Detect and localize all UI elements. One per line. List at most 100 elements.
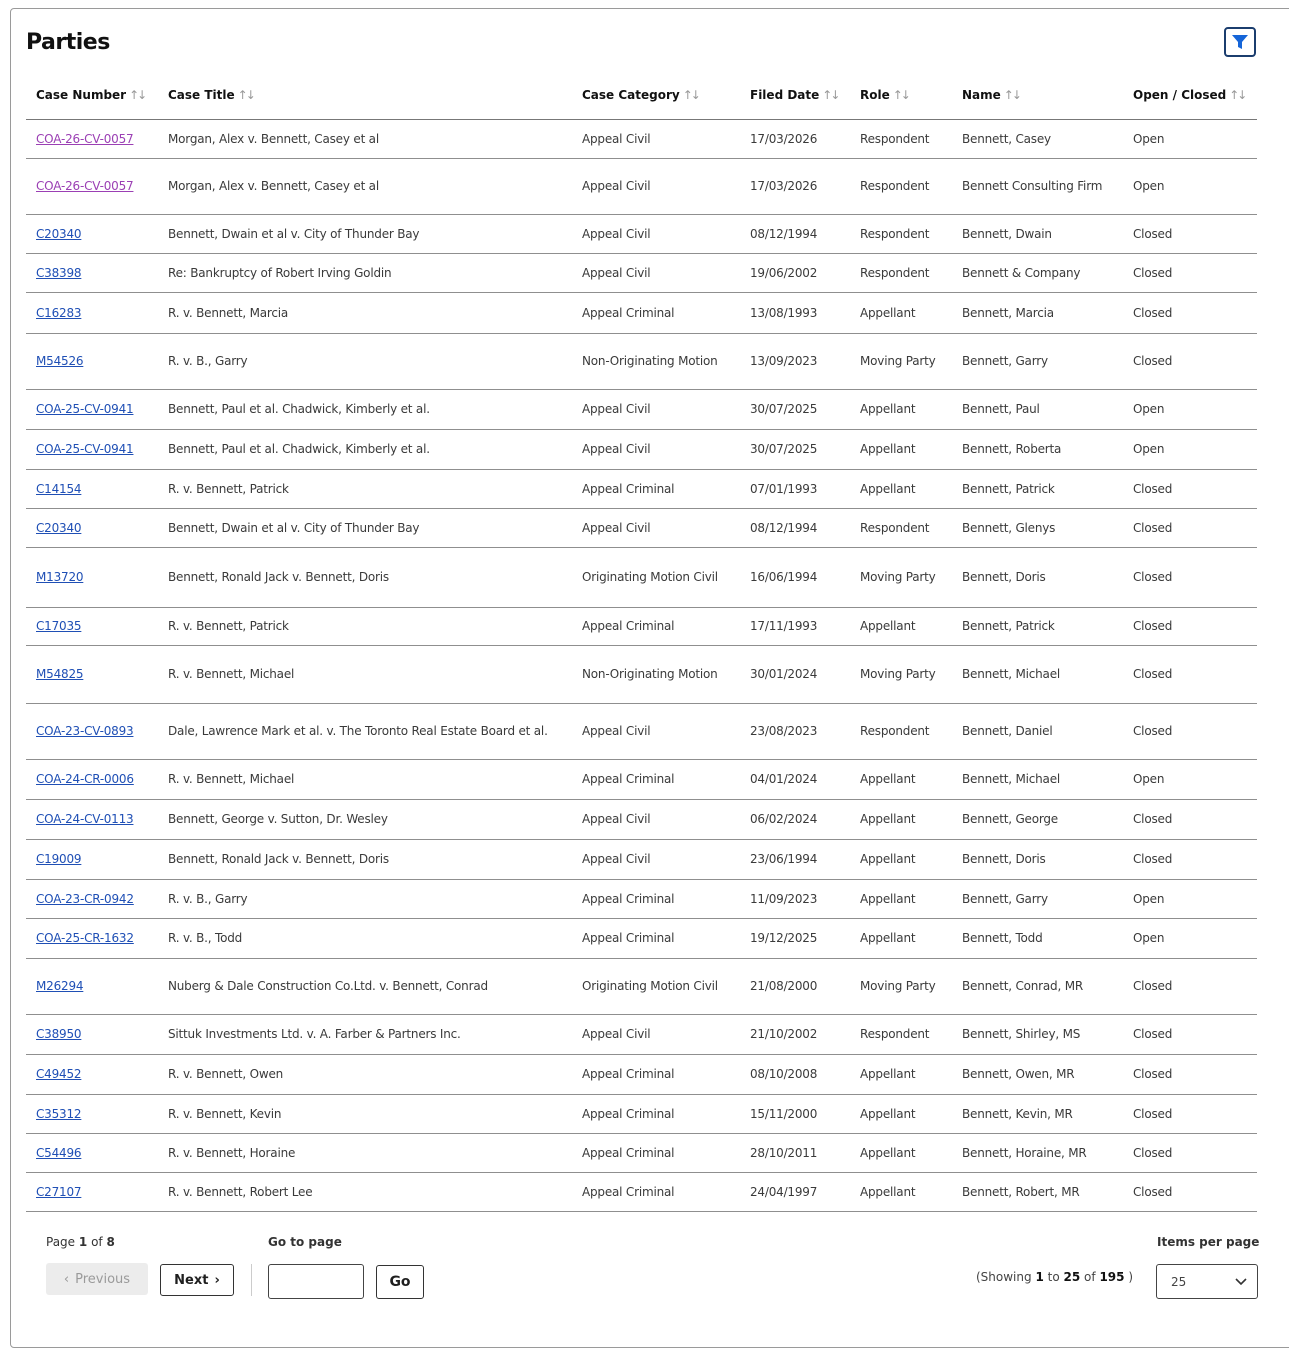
case-number-link[interactable]: M26294 [36,979,84,993]
case-number-link[interactable]: M13720 [36,570,84,584]
case-number-cell: C27107 [26,1172,158,1212]
filter-button[interactable] [1224,27,1256,57]
filed-date-cell: 13/09/2023 [740,333,850,390]
party-name-cell: Bennett, Paul [952,389,1123,430]
table-row: COA-25-CR-1632 R. v. B., Todd Appeal Crimi… [26,918,1257,959]
column-header[interactable]: Role ↑↓ [850,70,952,120]
case-number-link[interactable]: COA-25-CV-0941 [36,442,134,456]
case-number-link[interactable]: M54825 [36,667,84,681]
showing-suffix: ) [1128,1270,1134,1284]
case-number-link[interactable]: C35312 [36,1107,82,1121]
sort-up-down-icon[interactable]: ↑↓ [1004,88,1022,102]
sort-up-down-icon[interactable]: ↑↓ [893,88,911,102]
column-header[interactable]: Case Category ↑↓ [572,70,740,120]
party-name-cell: Bennett, Doris [952,547,1123,608]
case-number-link[interactable]: C49452 [36,1067,82,1081]
sort-up-down-icon[interactable]: ↑↓ [683,88,701,102]
filed-date-cell: 30/07/2025 [740,429,850,470]
column-header[interactable]: Case Number ↑↓ [26,70,158,120]
table-row: COA-24-CV-0113 Bennett, George v. Sutton,… [26,799,1257,840]
case-title-cell: Bennett, Dwain et al v. City of Thunder … [158,508,572,548]
case-number-link[interactable]: COA-24-CR-0006 [36,772,134,786]
role-cell: Respondent [850,214,952,254]
status-cell: Open [1123,158,1257,215]
status-cell: Closed [1123,547,1257,608]
next-button[interactable]: Next › [160,1264,234,1296]
showing-to-word: to [1047,1270,1060,1284]
sort-up-down-icon[interactable]: ↑↓ [822,88,840,102]
column-header[interactable]: Filed Date ↑↓ [740,70,850,120]
case-number-link[interactable]: COA-25-CR-1632 [36,931,134,945]
case-number-link[interactable]: C20340 [36,227,82,241]
case-title-cell: Bennett, Ronald Jack v. Bennett, Doris [158,839,572,880]
case-number-cell: COA-25-CV-0941 [26,389,158,430]
filed-date-cell: 11/09/2023 [740,879,850,919]
status-cell: Closed [1123,469,1257,509]
sort-up-down-icon[interactable]: ↑↓ [1229,88,1247,102]
filed-date-cell: 06/02/2024 [740,799,850,840]
page-number-input[interactable] [268,1264,364,1299]
column-header[interactable]: Case Title ↑↓ [158,70,572,120]
case-category-cell: Appeal Criminal [572,292,740,334]
role-cell: Respondent [850,703,952,760]
case-number-cell: M54526 [26,333,158,390]
filed-date-cell: 08/10/2008 [740,1054,850,1095]
filed-date-cell: 23/06/1994 [740,839,850,880]
table-header-row: Case Number ↑↓ Case Title ↑↓ Case Category ↑↓… [26,70,1257,120]
case-number-link[interactable]: COA-24-CV-0113 [36,812,134,826]
case-number-cell: COA-25-CV-0941 [26,429,158,470]
case-number-link[interactable]: COA-23-CR-0942 [36,892,134,906]
table-row: C35312 R. v. Bennett, Kevin Appeal Crimina… [26,1094,1257,1134]
status-cell: Open [1123,759,1257,800]
case-number-link[interactable]: C16283 [36,306,82,320]
case-number-link[interactable]: C19009 [36,852,82,866]
case-number-cell: C38950 [26,1014,158,1055]
case-title-cell: R. v. Bennett, Robert Lee [158,1172,572,1212]
sort-up-down-icon[interactable]: ↑↓ [129,88,147,102]
case-number-link[interactable]: C20340 [36,521,82,535]
status-cell: Closed [1123,703,1257,760]
case-number-link[interactable]: COA-25-CV-0941 [36,402,134,416]
case-number-link[interactable]: C27107 [36,1185,82,1199]
case-title-cell: R. v. B., Garry [158,333,572,390]
column-header[interactable]: Name ↑↓ [952,70,1123,120]
status-cell: Closed [1123,958,1257,1015]
case-number-link[interactable]: COA-26-CV-0057 [36,179,134,193]
status-cell: Closed [1123,292,1257,334]
role-cell: Appellant [850,429,952,470]
go-button[interactable]: Go [376,1265,424,1299]
table-row: COA-23-CR-0942 R. v. B., Garry Appeal Crim… [26,879,1257,919]
role-cell: Respondent [850,119,952,159]
case-number-link[interactable]: C38950 [36,1027,82,1041]
column-header-label: Role [860,87,890,102]
role-cell: Appellant [850,879,952,919]
filed-date-cell: 21/10/2002 [740,1014,850,1055]
table-row: C14154 R. v. Bennett, Patrick Appeal Crimi… [26,469,1257,509]
case-number-link[interactable]: COA-26-CV-0057 [36,132,134,146]
filed-date-cell: 24/04/1997 [740,1172,850,1212]
sort-up-down-icon[interactable]: ↑↓ [238,88,256,102]
table-row: COA-23-CV-0893 Dale, Lawrence Mark et al.… [26,703,1257,760]
column-header-label: Case Category [582,87,680,102]
case-number-link[interactable]: C17035 [36,619,82,633]
case-title-cell: Morgan, Alex v. Bennett, Casey et al [158,119,572,159]
case-number-link[interactable]: C54496 [36,1146,82,1160]
case-number-link[interactable]: COA-23-CV-0893 [36,724,134,738]
case-number-link[interactable]: C14154 [36,482,82,496]
column-header[interactable]: Open / Closed ↑↓ [1123,70,1257,120]
case-title-cell: R. v. Bennett, Owen [158,1054,572,1095]
table-row: C17035 R. v. Bennett, Patrick Appeal Crimi… [26,607,1257,646]
case-number-cell: C20340 [26,508,158,548]
case-number-link[interactable]: M54526 [36,354,84,368]
case-number-link[interactable]: C38398 [36,266,82,280]
previous-label: Previous [75,1271,131,1287]
items-per-page-select[interactable]: 25 [1156,1264,1258,1299]
table-row: C49452 R. v. Bennett, Owen Appeal Criminal… [26,1054,1257,1095]
items-per-page-value: 25 [1171,1274,1187,1289]
party-name-cell: Bennett, Shirley, MS [952,1014,1123,1055]
previous-button[interactable]: ‹ Previous [46,1263,148,1295]
case-category-cell: Appeal Civil [572,214,740,254]
case-title-cell: R. v. Bennett, Kevin [158,1094,572,1134]
column-header-label: Name [962,87,1001,102]
total-pages: 8 [106,1235,115,1249]
